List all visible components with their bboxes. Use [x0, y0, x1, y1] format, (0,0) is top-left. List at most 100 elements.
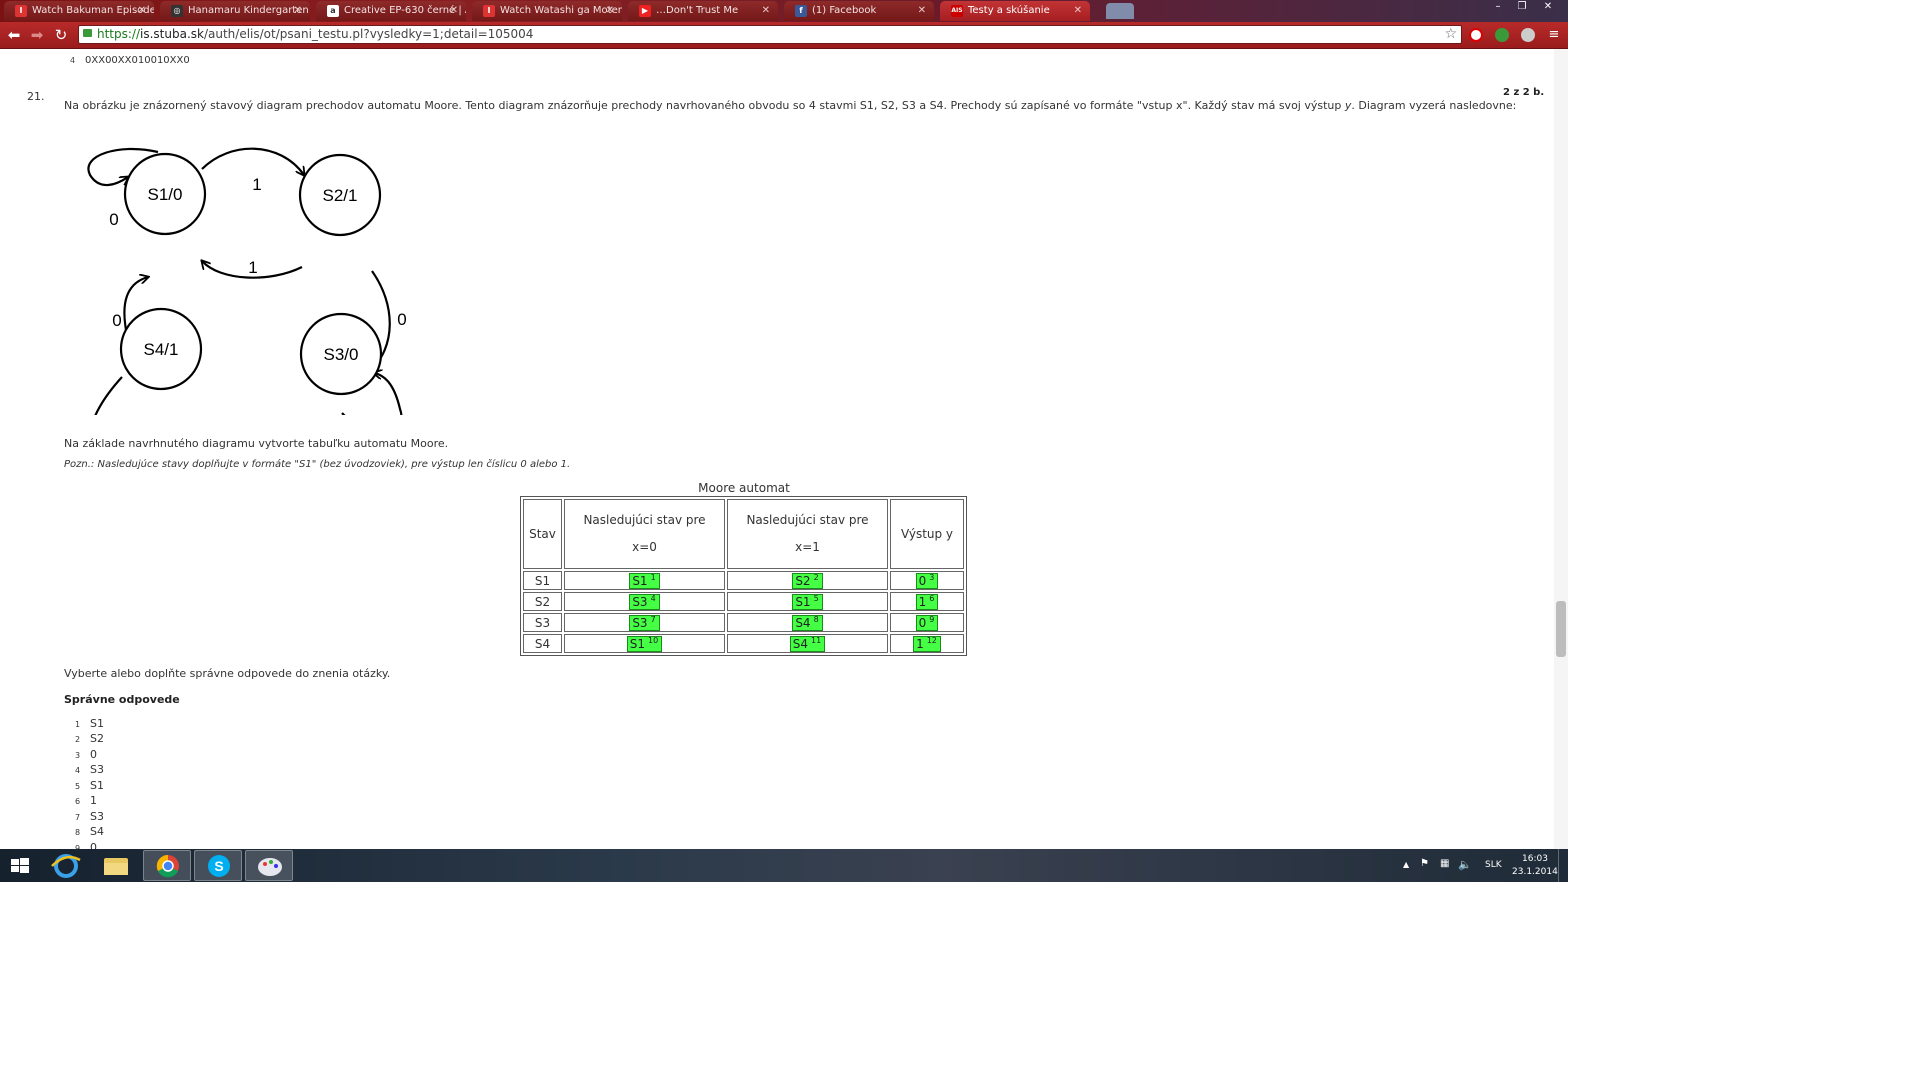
red-book-icon: I [483, 5, 495, 17]
new-tab-button[interactable] [1106, 3, 1134, 19]
answer-cell: S3 7 [564, 613, 725, 632]
browser-tab[interactable]: I Watch Watashi ga Moten ✕ [472, 1, 622, 21]
bookmark-star-icon[interactable]: ☆ [1444, 26, 1457, 43]
minimize-button[interactable]: – [1486, 0, 1510, 16]
answer-input[interactable]: S2 2 [792, 572, 823, 589]
answer-input[interactable]: S4 8 [792, 614, 823, 631]
list-item: 30 [75, 748, 97, 761]
question-points: 2 z 2 b. [1503, 87, 1545, 98]
start-button[interactable] [0, 850, 40, 881]
maximize-button[interactable]: ❐ [1510, 0, 1534, 16]
browser-tab[interactable]: I Watch Bakuman Episode ✕ [4, 1, 154, 21]
answer-input[interactable]: S1 5 [792, 593, 823, 610]
browser-tab[interactable]: ▶ …Don't Trust Me ✕ [628, 1, 778, 21]
close-icon[interactable]: ✕ [138, 1, 146, 21]
state-label-s3: S3/0 [324, 345, 359, 364]
youtube-icon: ▶ [639, 5, 651, 17]
back-button[interactable]: ⬅ [4, 25, 24, 45]
answer-input[interactable]: 03 [915, 572, 939, 589]
correct-answers-header: Správne odpovede [64, 693, 180, 706]
close-icon[interactable]: ✕ [294, 1, 302, 21]
paint-icon[interactable] [245, 850, 293, 881]
answer-input[interactable]: 1 12 [913, 635, 941, 652]
answer-input[interactable]: S3 4 [629, 593, 660, 610]
svg-text:S: S [214, 858, 223, 874]
globe-extension-icon[interactable] [1521, 28, 1535, 42]
close-window-button[interactable]: ✕ [1536, 0, 1560, 16]
clock-time[interactable]: 16:03 [1522, 854, 1548, 864]
header-state: Stav [523, 499, 562, 569]
tab-title: Creative EP-630 černé | Al [344, 5, 466, 16]
answer-input[interactable]: S3 7 [629, 614, 660, 631]
label-s2-s3: 0 [397, 310, 406, 329]
language-indicator[interactable]: SLK [1485, 860, 1502, 870]
menu-icon[interactable]: ≡ [1544, 25, 1564, 45]
answer-input[interactable]: 16 [915, 593, 939, 610]
tab-title: (1) Facebook [812, 5, 877, 16]
instruction-text: Na základe navrhnutého diagramu vytvorte… [64, 437, 449, 450]
answer-cell: S1 10 [564, 634, 725, 653]
address-bar[interactable]: https://is.stuba.sk/auth/elis/ot/psani_t… [78, 25, 1462, 44]
state-cell: S3 [523, 613, 562, 632]
dark-logo-icon: ◎ [171, 5, 183, 17]
vertical-scrollbar[interactable] [1554, 49, 1568, 849]
lock-icon [83, 29, 92, 37]
answer-cell: S2 2 [727, 571, 888, 590]
internet-explorer-icon[interactable] [42, 850, 90, 881]
forward-button[interactable]: ➡ [27, 25, 47, 45]
close-icon[interactable]: ✕ [450, 1, 458, 21]
windows-taskbar: S ▲ ⚑ ▦ 🔈 SLK 16:03 23.1.2014 [0, 849, 1568, 882]
browser-tab-active[interactable]: AIS Testy a skúšanie ✕ [940, 1, 1090, 21]
answer-input[interactable]: S1 1 [629, 572, 660, 589]
moore-table: Stav Nasledujúci stav pre x=0 Nasledujúc… [520, 496, 967, 656]
label-s1-s2: 1 [252, 175, 261, 194]
close-icon[interactable]: ✕ [1074, 1, 1082, 21]
state-label-s2: S2/1 [323, 186, 358, 205]
volume-icon[interactable]: 🔈 [1458, 858, 1472, 871]
transition-s1-s2 [201, 147, 304, 175]
tab-strip: I Watch Bakuman Episode ✕ ◎ Hanamaru Kin… [0, 0, 1568, 22]
show-desktop-button[interactable] [1558, 849, 1569, 882]
reload-button[interactable]: ↻ [51, 25, 71, 45]
page-content: 4 0XX00XX010010XX0 21. 2 z 2 b. Na obráz… [0, 49, 1568, 849]
answer-input[interactable]: S1 10 [626, 635, 663, 652]
question-text: Na obrázku je znázornený stavový diagram… [64, 99, 1517, 112]
close-icon[interactable]: ✕ [606, 1, 614, 21]
list-item: 2 S2 [75, 732, 104, 745]
network-icon[interactable]: ▦ [1440, 858, 1449, 869]
url-scheme: https:// [97, 27, 141, 41]
close-icon[interactable]: ✕ [918, 1, 926, 21]
label-s2-s1: 1 [248, 258, 257, 277]
answer-cell: 09 [890, 613, 964, 632]
table-header-row: Stav Nasledujúci stav pre x=0 Nasledujúc… [523, 499, 964, 569]
browser-toolbar: ⬅ ➡ ↻ https://is.stuba.sk/auth/elis/ot/p… [0, 22, 1568, 49]
answer-cell: 1 12 [890, 634, 964, 653]
answer-cell: 03 [890, 571, 964, 590]
answer-input[interactable]: S4 11 [789, 635, 826, 652]
stop-extension-icon[interactable] [1469, 28, 1483, 42]
red-book-icon: I [15, 5, 27, 17]
tab-title: Testy a skúšanie [968, 5, 1050, 16]
answer-cell: S4 11 [727, 634, 888, 653]
answer-cell: S1 1 [564, 571, 725, 590]
browser-tab[interactable]: a Creative EP-630 černé | Al ✕ [316, 1, 466, 21]
action-center-icon[interactable]: ⚑ [1420, 858, 1429, 869]
browser-tab[interactable]: f (1) Facebook ✕ [784, 1, 934, 21]
answer-input[interactable]: 09 [915, 614, 939, 631]
show-hidden-icons-icon[interactable]: ▲ [1403, 860, 1409, 869]
list-item: 8 S4 [75, 825, 104, 838]
a-logo-icon: a [327, 5, 339, 17]
transition-s4-self [94, 376, 123, 415]
chrome-icon[interactable] [143, 850, 191, 881]
scrollbar-thumb[interactable] [1556, 601, 1566, 657]
close-icon[interactable]: ✕ [762, 1, 770, 21]
table-row: S4 S1 10 S4 11 1 12 [523, 634, 964, 653]
skype-icon[interactable]: S [194, 850, 242, 881]
green-extension-icon[interactable] [1495, 28, 1509, 42]
clock-date[interactable]: 23.1.2014 [1512, 867, 1558, 877]
answer-cell: S3 4 [564, 592, 725, 611]
list-item: 4 S3 [75, 763, 104, 776]
browser-tab[interactable]: ◎ Hanamaru Kindergarten e ✕ [160, 1, 310, 21]
label-s1-self: 0 [109, 210, 118, 229]
file-explorer-icon[interactable] [92, 850, 140, 881]
